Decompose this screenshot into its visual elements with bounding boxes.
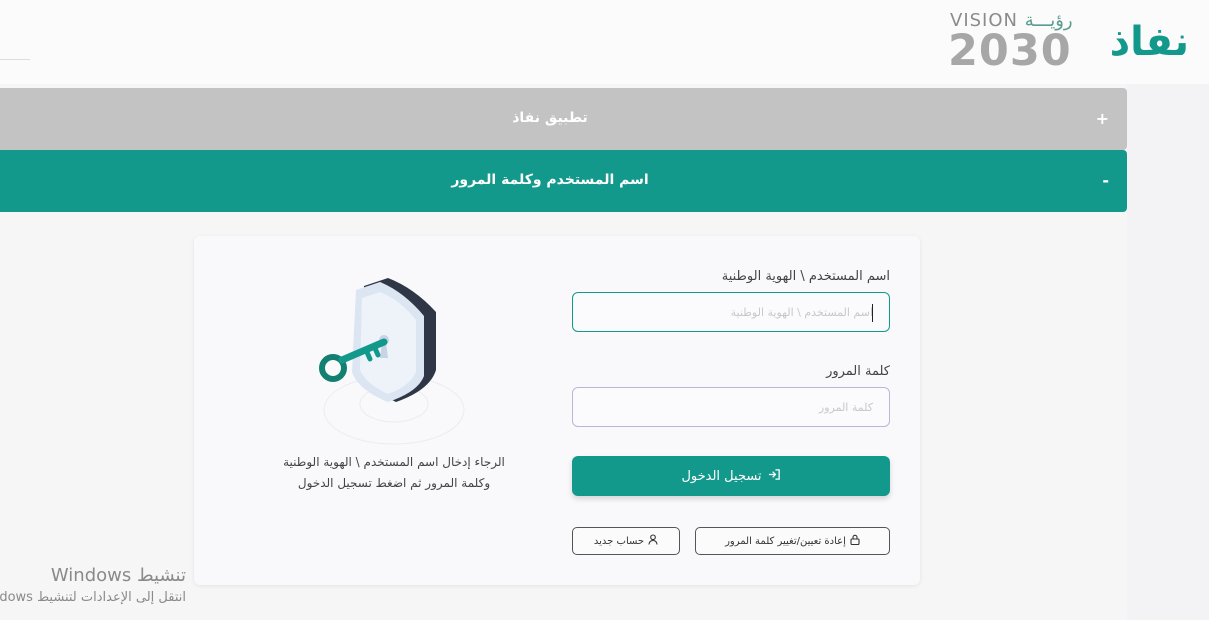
password-field[interactable] [572, 387, 890, 427]
nafath-logo[interactable]: نفاذ [1110, 18, 1189, 66]
top-header: VISION رؤيـــة 2030 نفاذ [0, 0, 1209, 84]
accordion-title: اسم المستخدم وكلمة المرور [451, 172, 649, 188]
login-card: اسم المستخدم \ الهوية الوطنية كلمة المرو… [194, 236, 920, 585]
right-margin [1127, 84, 1209, 620]
vision-year: 2030 [948, 26, 1072, 76]
collapse-icon: - [1102, 171, 1109, 190]
header-divider [0, 59, 30, 60]
text-caret [872, 304, 873, 322]
username-field[interactable] [572, 292, 890, 332]
vision-2030-logo: VISION رؤيـــة 2030 [948, 8, 1082, 74]
hint-line-1: الرجاء إدخال اسم المستخدم \ الهوية الوطن… [283, 455, 505, 469]
new-account-button[interactable]: حساب جديد [572, 527, 680, 555]
lock-icon [850, 534, 860, 548]
shield-key-illustration [304, 272, 484, 450]
watermark-title: تنشيط Windows [50, 565, 186, 586]
watermark-subtitle: انتقل إلى الإعدادات لتنشيط Windows [0, 590, 186, 605]
username-input[interactable] [573, 293, 889, 331]
windows-activation-watermark: تنشيط Windows انتقل إلى الإعدادات لتنشيط… [0, 565, 186, 605]
accordion-title: تطبيق نفاذ [512, 110, 588, 126]
login-arrow-icon [768, 468, 781, 485]
username-label: اسم المستخدم \ الهوية الوطنية [721, 269, 890, 284]
accordion-username-password[interactable]: اسم المستخدم وكلمة المرور - [0, 150, 1127, 212]
reset-password-button[interactable]: إعادة تعيين/تغيير كلمة المرور [695, 527, 890, 555]
new-account-label: حساب جديد [593, 535, 645, 547]
user-icon [648, 534, 658, 548]
accordion-nafath-app[interactable]: تطبيق نفاذ + [0, 88, 1127, 150]
expand-icon: + [1095, 109, 1109, 128]
login-hint: الرجاء إدخال اسم المستخدم \ الهوية الوطن… [264, 452, 524, 494]
login-button-label: تسجيل الدخول [681, 468, 762, 484]
hint-line-2: وكلمة المرور ثم اضغط تسجيل الدخول [297, 476, 491, 490]
password-label: كلمة المرور [826, 364, 890, 379]
password-input[interactable] [573, 388, 889, 426]
reset-password-label: إعادة تعيين/تغيير كلمة المرور [725, 535, 846, 547]
login-button[interactable]: تسجيل الدخول [572, 456, 890, 496]
